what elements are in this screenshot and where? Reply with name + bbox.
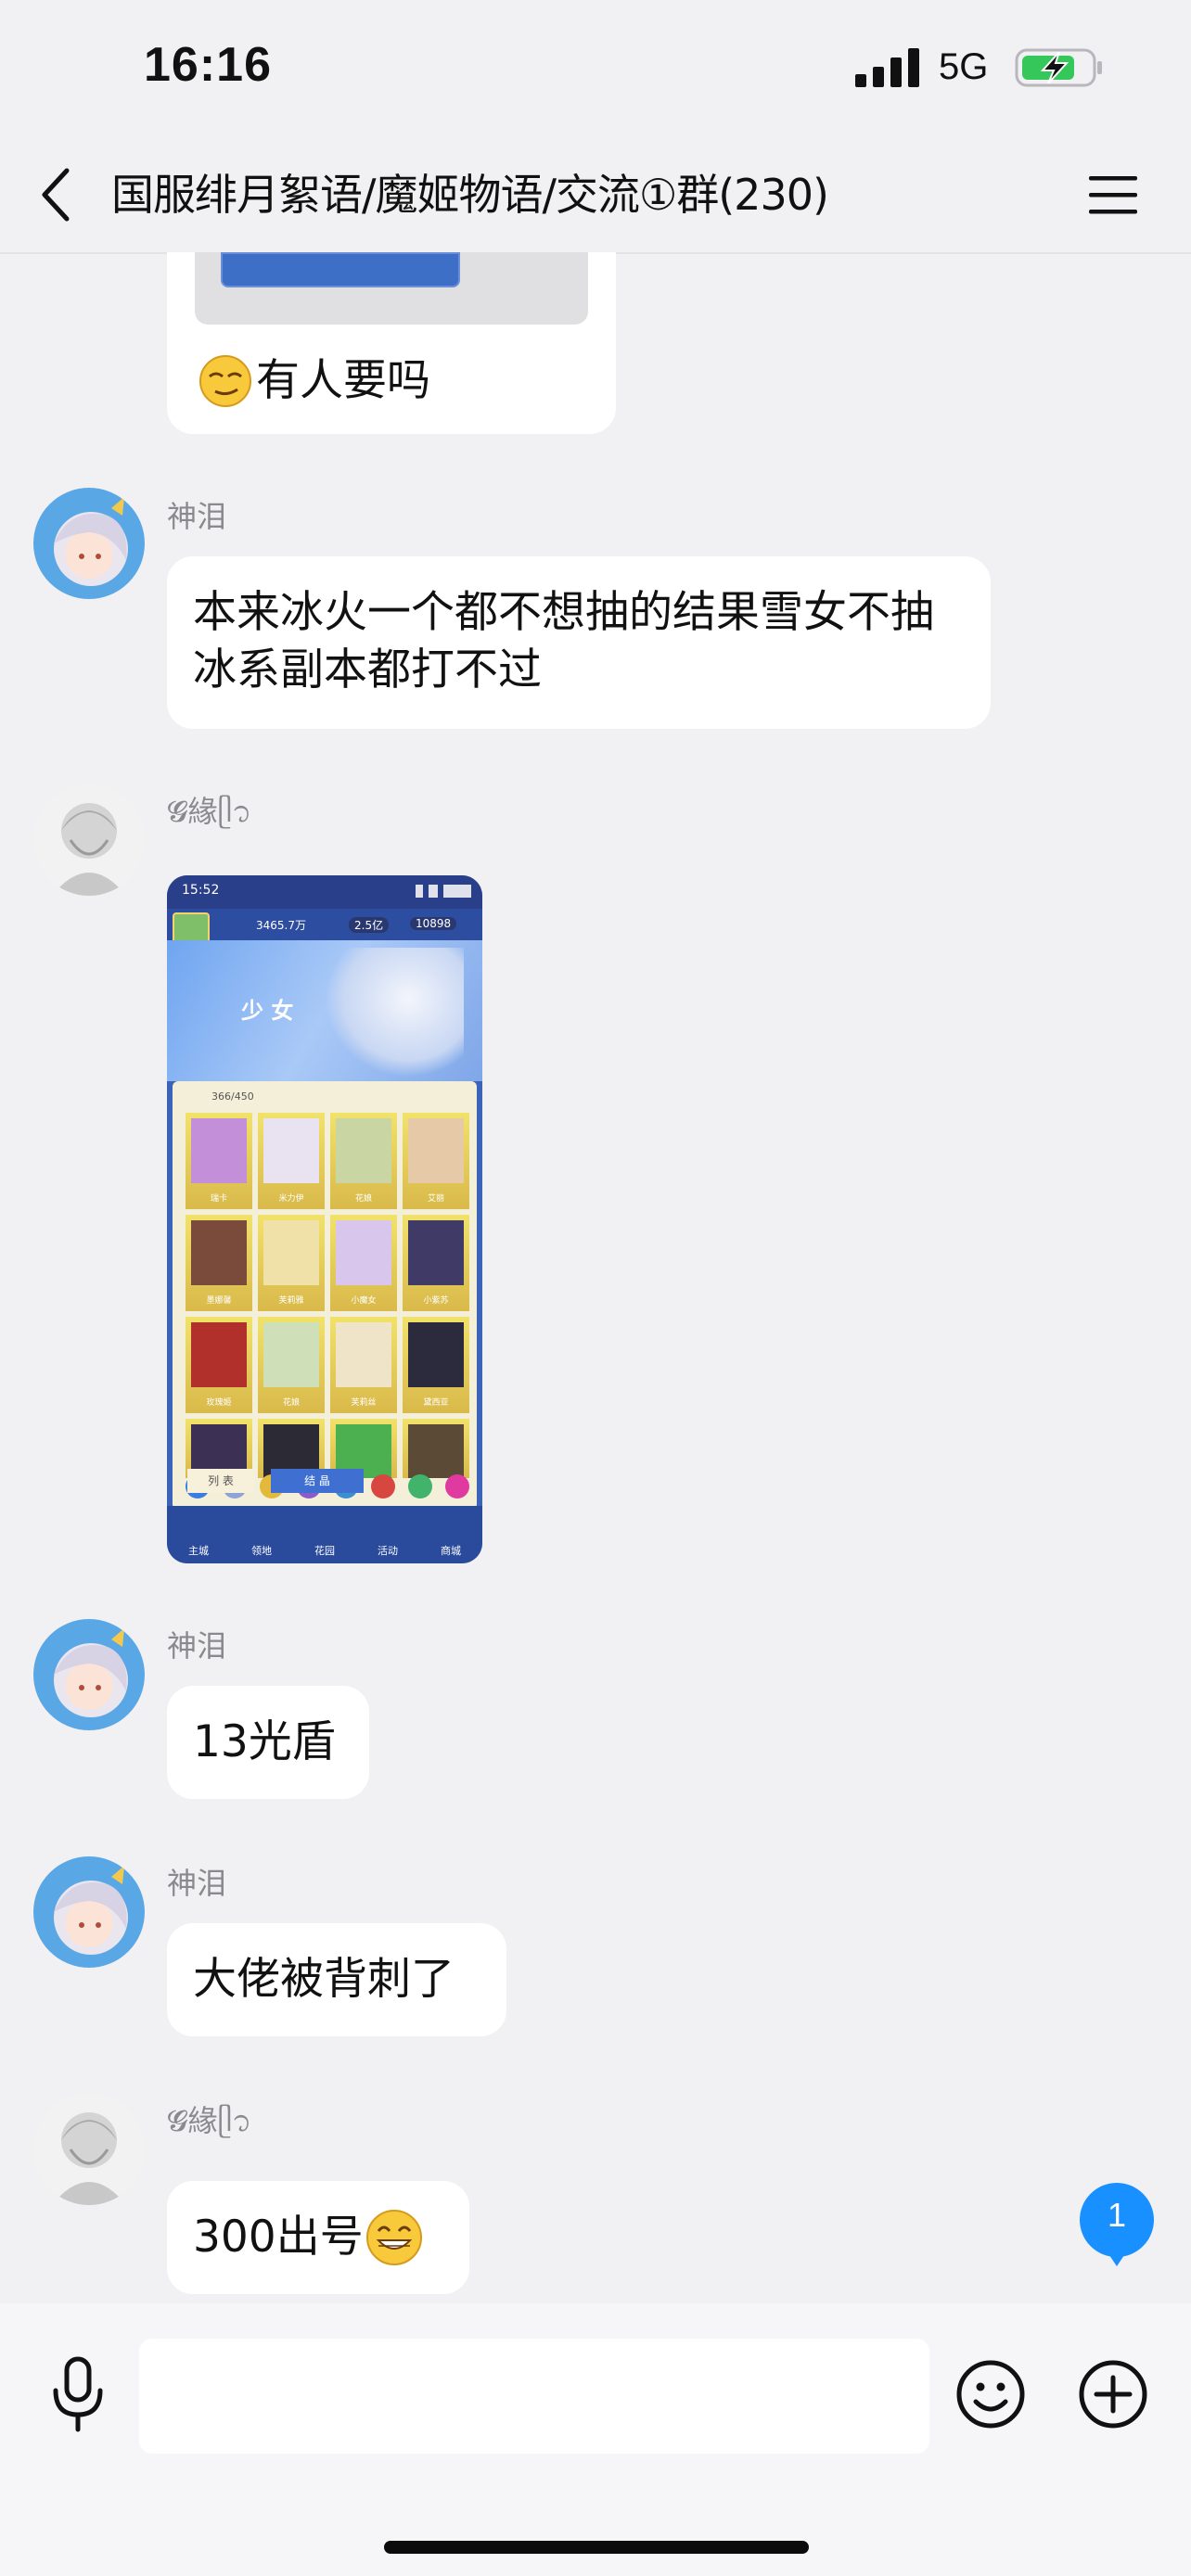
game-card: 花娘 [330,1113,397,1209]
game-card: 花娘 [258,1317,325,1413]
message-bubble[interactable]: 300出号 [167,2181,469,2294]
game-card: 芙莉丝 [330,1317,397,1413]
message-bubble[interactable]: 有人要吗 [167,252,616,434]
emoji-icon[interactable] [955,2359,1026,2429]
back-icon[interactable] [37,165,74,224]
avatar-image [33,784,145,896]
grin-emoji-icon [365,2210,422,2265]
sender-name: 神泪 [167,1866,227,1901]
message-text: 300出号 [193,2212,364,2263]
avatar-image [33,1619,145,1730]
game-card: 玫瑰姬 [186,1317,252,1413]
nav-bar: 国服绯月絮语/魔姬物语/交流①群(230) [0,139,1191,254]
game-banner-title: 少 女 [241,998,294,1024]
message-text: 本来冰火一个都不想抽的结果雪女不抽冰系副本都打不过 [193,587,934,695]
sender-name: 神泪 [167,1628,227,1664]
game-banner-character [325,948,464,1078]
network-type: 5G [939,46,989,87]
avatar[interactable] [33,488,145,599]
message-text: 大佬被背刺了 [193,1954,455,2005]
message-input[interactable] [139,2339,929,2454]
game-bottom-nav: 主城 领地 花园 活动 商城 [167,1506,482,1563]
game-tab-list: 列 表 [187,1469,254,1493]
message-text: 有人要吗 [256,355,430,406]
avatar[interactable] [33,784,145,896]
game-card: 芙莉雅 [258,1215,325,1311]
menu-icon[interactable] [1087,172,1139,217]
plus-icon[interactable] [1078,2359,1148,2429]
game-card: 艾丽 [403,1113,469,1209]
avatar[interactable] [33,2094,145,2205]
game-stat-1: 3465.7万 [256,919,306,932]
signal-icon [855,48,919,87]
game-status-bar: 15:52 [167,875,482,909]
avatar-image [33,2094,145,2205]
game-banner: 少 女 [167,940,482,1081]
microphone-icon[interactable] [48,2355,108,2433]
game-screenshot-image[interactable]: 15:52 3465.7万 2.5亿 10898 少 女 366/450 瑞卡 … [167,875,482,1563]
game-card: 米力伊 [258,1113,325,1209]
game-stat-2: 2.5亿 [349,917,390,933]
unread-count: 1 [1107,2196,1127,2234]
game-card-grid: 瑞卡 米力伊 花娘 艾丽 墨娜馨 芙莉雅 小魔女 小紫苏 玫瑰姬 花娘 芙莉丝 … [186,1113,469,1493]
message-bubble[interactable]: 大佬被背刺了 [167,1923,506,2036]
sender-name: 𝓖緣ᥫ᭡ [167,794,252,829]
message-text: 13光盾 [193,1716,336,1767]
game-time: 15:52 [182,883,220,898]
image-preview[interactable] [195,252,588,325]
input-area [0,2303,1191,2576]
avatar-image [33,1856,145,1968]
battery-charging-icon [1015,48,1102,87]
new-messages-badge[interactable]: 1 [1080,2183,1191,2303]
game-tab-crystal: 结 晶 [271,1469,364,1493]
game-card-panel: 366/450 瑞卡 米力伊 花娘 艾丽 墨娜馨 芙莉雅 小魔女 小紫苏 玫瑰姬… [173,1081,477,1510]
game-count: 366/450 [211,1090,254,1103]
game-resource-bar: 3465.7万 2.5亿 10898 [167,909,482,961]
home-indicator [384,2541,809,2554]
game-card: 墨娜馨 [186,1215,252,1311]
image-strip [221,252,460,287]
status-time: 16:16 [144,38,272,92]
message-bubble[interactable]: 本来冰火一个都不想抽的结果雪女不抽冰系副本都打不过 [167,556,991,729]
sender-name: 𝓖緣ᥫ᭡ [167,2103,252,2138]
avatar[interactable] [33,1856,145,1968]
avatar[interactable] [33,1619,145,1730]
game-card: 黛西亚 [403,1317,469,1413]
game-list-tabs: 列 表 结 晶 [187,1469,466,1493]
avatar-image [33,488,145,599]
chat-title: 国服绯月絮语/魔姬物语/交流①群(230) [111,170,829,220]
game-card: 瑞卡 [186,1113,252,1209]
game-status-icons [416,885,471,898]
sender-name: 神泪 [167,499,227,534]
game-stat-3: 10898 [410,917,457,930]
game-card: 小紫苏 [403,1215,469,1311]
game-card: 小魔女 [330,1215,397,1311]
message-bubble[interactable]: 13光盾 [167,1686,369,1799]
status-bar: 16:16 5G [0,0,1191,139]
smirk-emoji-icon [199,355,251,407]
